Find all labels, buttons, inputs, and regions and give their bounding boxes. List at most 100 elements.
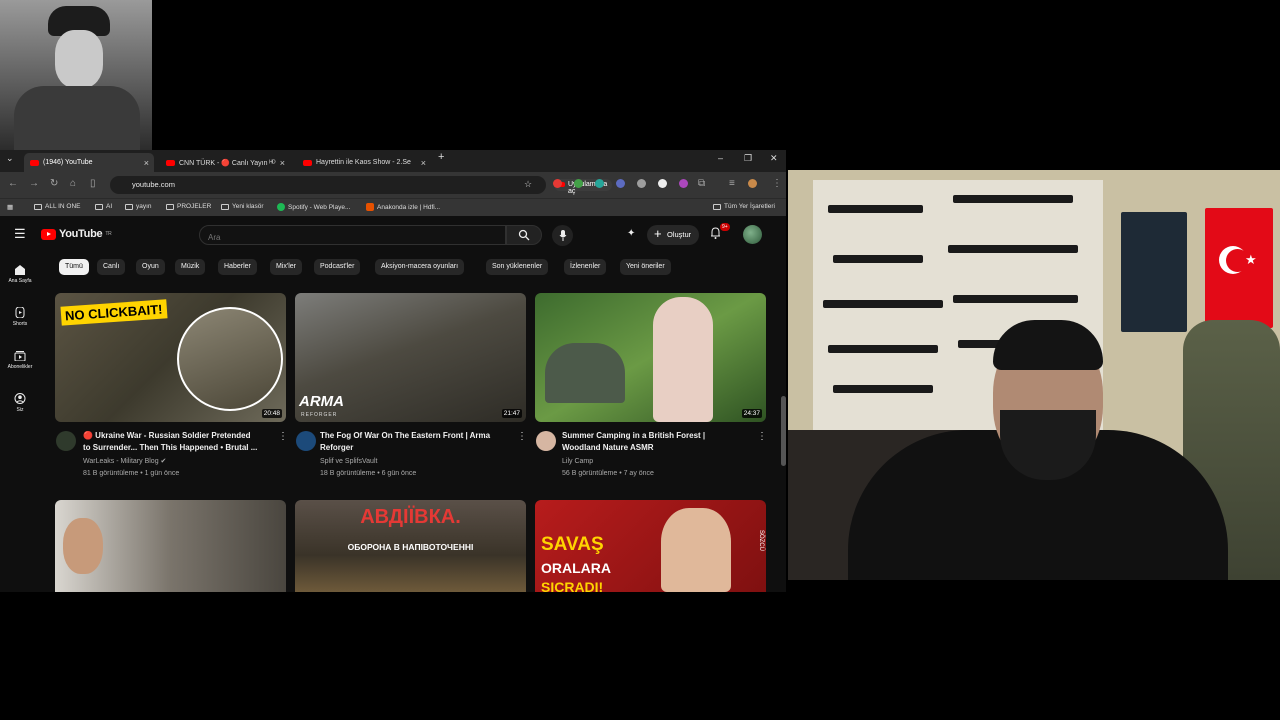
side-panel-icon[interactable]: ▯ <box>90 178 96 189</box>
url-text: youtube.com <box>132 180 175 189</box>
turkish-flag: ★ <box>1205 208 1273 328</box>
youtube-page: ☰ YouTube TR ✦ Oluştur 9+ Ana S <box>0 216 786 592</box>
chip-all[interactable]: Tümü <box>59 259 89 275</box>
bookmark-spotify[interactable]: Spotify - Web Playe... <box>277 203 350 211</box>
video-meta: 18 B görüntüleme • 6 gün önce <box>320 470 417 477</box>
extension-icon[interactable] <box>658 179 667 188</box>
tab-kaos-show[interactable]: Hayrettin ile Kaos Show - 2.Se × <box>297 153 431 172</box>
video-title[interactable]: Summer Camping in a British Forest | Wood… <box>562 430 762 454</box>
close-tab-icon[interactable]: × <box>421 158 426 168</box>
video-thumbnail[interactable]: 24:37 <box>535 293 766 422</box>
bookmark-yeni-klasor[interactable]: Yeni klasör <box>221 203 264 210</box>
extension-icon[interactable] <box>679 179 688 188</box>
tab-search-icon[interactable]: ⌄ <box>6 153 14 164</box>
voice-search-button[interactable] <box>552 225 573 246</box>
channel-avatar[interactable] <box>56 431 76 451</box>
tab-youtube[interactable]: (1946) YouTube × <box>24 153 154 172</box>
video-title[interactable]: The Fog Of War On The Eastern Front | Ar… <box>320 430 520 454</box>
apps-grid-icon[interactable]: ▦ <box>7 203 13 211</box>
chip-action-adventure[interactable]: Aksiyon-macera oyunları <box>375 259 465 275</box>
thumbnail-person <box>63 518 103 574</box>
close-tab-icon[interactable]: × <box>280 158 285 168</box>
chip-news[interactable]: Haberler <box>218 259 257 275</box>
channel-name[interactable]: WarLeaks - Military Blog ✔ <box>83 456 283 468</box>
spotify-icon <box>277 203 285 211</box>
close-tab-icon[interactable]: × <box>144 158 149 168</box>
extension-icon[interactable] <box>553 179 562 188</box>
rifle-shape <box>828 345 938 353</box>
thumbnail-person <box>661 508 731 592</box>
channel-name[interactable]: Lily Camp <box>562 456 762 468</box>
tab-bar: ⌄ (1946) YouTube × CNN TÜRK - 🔴 Canlı Ya… <box>0 150 786 172</box>
chip-gaming[interactable]: Oyun <box>136 259 165 275</box>
forward-icon[interactable]: → <box>29 178 39 189</box>
sidebar-item-home[interactable]: Ana Sayfa <box>4 264 36 284</box>
scrollbar-thumb[interactable] <box>781 396 786 466</box>
person-hair <box>993 320 1103 370</box>
bookmark-yayin[interactable]: yayın <box>125 203 152 210</box>
back-icon[interactable]: ← <box>8 178 18 189</box>
close-window-button[interactable]: ✕ <box>770 153 778 164</box>
chip-recently-uploaded[interactable]: Son yüklenenler <box>486 259 549 275</box>
chip-mixes[interactable]: Mix'ler <box>270 259 303 275</box>
create-button[interactable]: Oluştur <box>647 225 700 245</box>
account-avatar[interactable] <box>743 225 762 244</box>
all-bookmarks[interactable]: Tüm Yer İşaretleri <box>713 203 775 210</box>
chip-live[interactable]: Canlı <box>97 259 126 275</box>
bookmark-all-in-one[interactable]: ALL IN ONE <box>34 203 81 210</box>
video-title[interactable]: 🔴 Ukraine War - Russian Soldier Pretende… <box>83 430 283 454</box>
sidebar-item-shorts[interactable]: Shorts <box>4 307 36 327</box>
youtube-logo[interactable]: YouTube TR <box>41 228 112 240</box>
browser-menu-icon[interactable]: ⋮ <box>772 178 782 189</box>
video-thumbnail[interactable]: NO CLICKBAIT! 20:48 <box>55 293 286 422</box>
sidebar-item-subscriptions[interactable]: Abonelikler <box>4 350 36 370</box>
extension-icon[interactable] <box>616 179 625 188</box>
extension-icon[interactable] <box>595 179 604 188</box>
video-thumbnail[interactable]: ARMA REFORGER 21:47 <box>295 293 526 422</box>
media-control-icon[interactable]: ≡ <box>729 178 735 189</box>
extension-icon[interactable] <box>637 179 646 188</box>
home-icon[interactable]: ⌂ <box>70 178 76 189</box>
address-bar[interactable]: youtube.com Uygulamada aç ☆ <box>110 176 613 195</box>
extensions-puzzle-icon[interactable]: ⧉ <box>698 178 705 189</box>
video-thumbnail[interactable]: SAVAŞ ORALARA SIÇRADI! SÖZCÜ <box>535 500 766 592</box>
thumbnail-subcaption: ОБОРОНА В НАПІВОТОЧЕННІ <box>347 542 474 552</box>
notification-badge: 9+ <box>720 223 730 231</box>
chip-new-to-you[interactable]: Yeni öneriler <box>620 259 671 275</box>
chip-music[interactable]: Müzik <box>175 259 206 275</box>
more-options-icon[interactable]: ⋮ <box>278 431 288 442</box>
chip-podcasts[interactable]: Podcast'ler <box>314 259 361 275</box>
rifle-shape <box>953 295 1078 303</box>
channel-avatar[interactable] <box>536 431 556 451</box>
folder-icon <box>166 203 174 210</box>
search-button[interactable] <box>506 225 542 245</box>
menu-icon[interactable]: ☰ <box>14 226 26 242</box>
video-thumbnail[interactable]: АВДІЇВКА. ОБОРОНА В НАПІВОТОЧЕННІ <box>295 500 526 592</box>
channel-name[interactable]: Splif ve SplifsVault <box>320 456 520 468</box>
minimize-button[interactable]: – <box>718 153 723 163</box>
profile-avatar[interactable] <box>748 179 757 188</box>
bookmark-projeler[interactable]: PROJELER <box>166 203 211 210</box>
search-input[interactable] <box>199 225 506 245</box>
bookmark-star-icon[interactable]: ☆ <box>524 179 532 190</box>
chip-watched[interactable]: İzlenenler <box>564 259 607 275</box>
new-tab-button[interactable]: + <box>438 151 444 163</box>
extension-icon[interactable] <box>574 179 583 188</box>
sidebar-item-you[interactable]: Siz <box>4 393 36 413</box>
channel-avatar[interactable] <box>296 431 316 451</box>
more-options-icon[interactable]: ⋮ <box>757 431 767 442</box>
browser-window: ⌄ (1946) YouTube × CNN TÜRK - 🔴 Canlı Ya… <box>0 150 786 592</box>
bookmark-anakonda[interactable]: Anakonda izle | Hdfi... <box>366 203 440 211</box>
gemini-sparkle-icon[interactable]: ✦ <box>627 228 635 239</box>
more-options-icon[interactable]: ⋮ <box>517 431 527 442</box>
video-thumbnail[interactable] <box>55 500 286 592</box>
tab-cnn[interactable]: CNN TÜRK - 🔴 Canlı Yayın ᴴᴰ × <box>160 153 290 172</box>
reload-icon[interactable]: ↻ <box>50 178 58 189</box>
notifications-bell-icon[interactable] <box>710 226 721 244</box>
page-scrollbar[interactable] <box>781 216 786 592</box>
bookmark-ai[interactable]: AI <box>95 203 112 210</box>
video-duration: 21:47 <box>501 409 522 418</box>
maximize-button[interactable]: ❐ <box>744 153 752 164</box>
rifle-shape <box>833 385 933 393</box>
video-duration: 20:48 <box>261 409 282 418</box>
